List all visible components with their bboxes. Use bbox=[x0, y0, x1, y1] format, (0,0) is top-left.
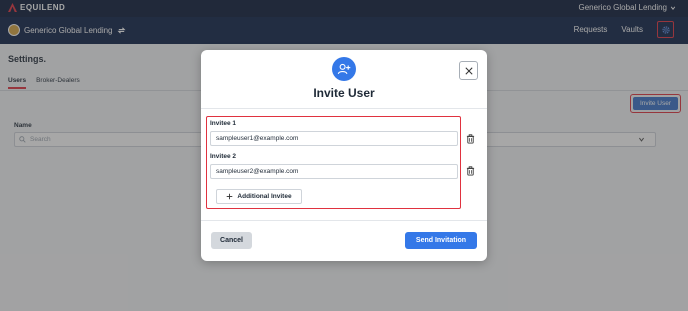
header-divider bbox=[201, 108, 487, 109]
trash-icon bbox=[466, 134, 475, 144]
invitee-2-label: Invitee 2 bbox=[210, 153, 237, 160]
close-icon bbox=[464, 66, 473, 75]
user-plus-icon bbox=[332, 57, 356, 81]
add-invitee-label: Additional Invitee bbox=[237, 193, 292, 200]
cancel-button[interactable]: Cancel bbox=[211, 232, 252, 249]
invitee-1-label: Invitee 1 bbox=[210, 120, 237, 127]
invite-user-modal: Invite User Invitee 1 sampleuser1@exampl… bbox=[201, 50, 487, 261]
invitee-1-email-field[interactable]: sampleuser1@example.com bbox=[210, 131, 458, 146]
footer-divider bbox=[201, 220, 487, 221]
delete-invitee-1-button[interactable] bbox=[464, 132, 477, 146]
modal-header: Invite User bbox=[201, 50, 487, 108]
close-button[interactable] bbox=[459, 61, 478, 80]
add-invitee-button[interactable]: Additional Invitee bbox=[216, 189, 302, 204]
send-invitation-button[interactable]: Send Invitation bbox=[405, 232, 477, 249]
modal-title: Invite User bbox=[313, 86, 375, 100]
trash-icon bbox=[466, 166, 475, 176]
invitee-2-email-field[interactable]: sampleuser2@example.com bbox=[210, 164, 458, 179]
delete-invitee-2-button[interactable] bbox=[464, 164, 477, 178]
invitees-section: Invitee 1 sampleuser1@example.com Invite… bbox=[206, 116, 461, 209]
plus-icon bbox=[227, 193, 233, 200]
